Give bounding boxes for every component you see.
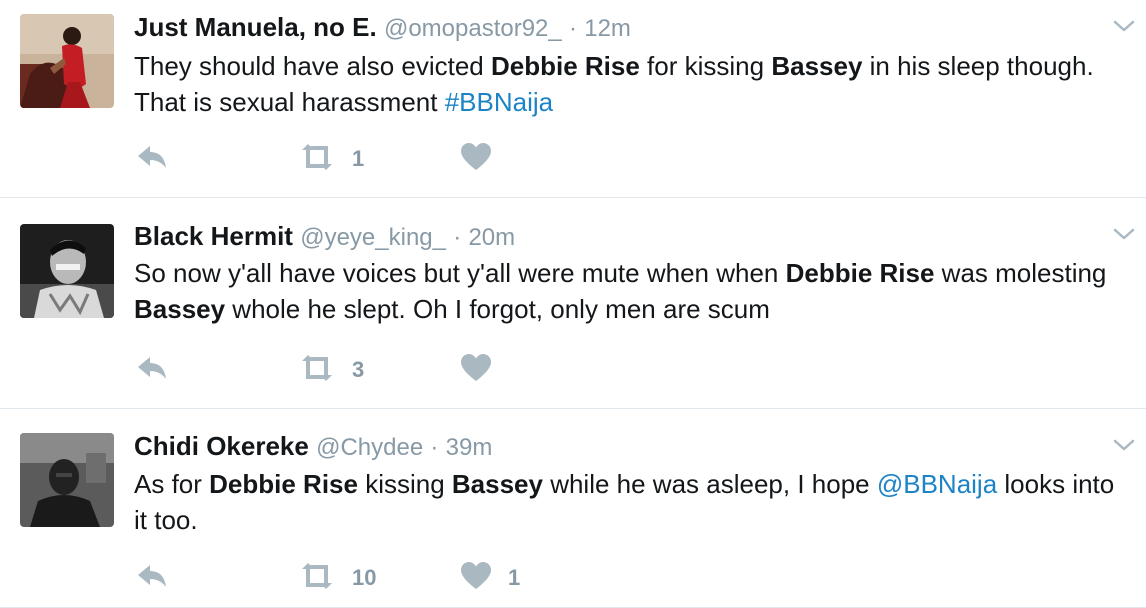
chevron-down-icon[interactable] [1112,433,1136,457]
tweet-text: They should have also evicted Debbie Ris… [134,48,1124,120]
user-handle[interactable]: @yeye_king_ [300,224,446,251]
timestamp[interactable]: 12m [584,15,631,42]
timestamp[interactable]: 39m [446,434,493,461]
tweet-item[interactable]: Chidi Okereke @Chydee · 39m As for Debbi… [0,409,1146,608]
display-name[interactable]: Black Hermit [134,221,293,251]
retweet-button[interactable]: 1 [298,142,364,176]
retweet-icon [298,561,336,596]
heart-icon [460,561,492,596]
text-segment: whole he slept. Oh I forgot, only men ar… [225,294,770,324]
tweet-header: Just Manuela, no E. @omopastor92_ · 12m [134,12,631,44]
text-segment: So now y'all have voices but y'all were … [134,258,786,288]
like-button[interactable]: 1 [460,561,520,595]
display-name[interactable]: Chidi Okereke [134,431,309,461]
highlight-term: Debbie Rise [491,51,640,81]
highlight-term: Bassey [451,469,543,499]
text-segment: for kissing [639,51,772,81]
chevron-down-icon[interactable] [1112,222,1136,246]
tweet-item[interactable]: Just Manuela, no E. @omopastor92_ · 12m … [0,0,1146,198]
highlight-term: Bassey [134,294,226,324]
separator-dot: · [430,434,439,461]
user-handle[interactable]: @omopastor92_ [384,15,562,42]
timestamp[interactable]: 20m [468,224,515,251]
avatar[interactable] [20,433,114,527]
text-segment: while he was asleep, I hope [542,469,877,499]
reply-button[interactable] [134,561,170,595]
highlight-term: Debbie Rise [209,469,358,499]
text-segment: kissing [357,469,452,499]
separator-dot: · [453,224,462,251]
reply-icon [134,353,170,388]
heart-icon [460,142,492,177]
tweet-actions: 1 [134,142,534,176]
tweet-actions: 10 1 [134,561,534,595]
retweet-button[interactable]: 3 [298,353,364,387]
reply-button[interactable] [134,142,170,176]
retweet-count: 10 [352,565,377,590]
heart-icon [460,353,492,388]
reply-icon [134,142,170,177]
like-button[interactable] [460,142,508,176]
tweet-header: Chidi Okereke @Chydee · 39m [134,431,492,463]
highlight-term: Bassey [771,51,863,81]
highlight-term: Debbie Rise [785,258,935,288]
mention-link[interactable]: @BBNaija [877,469,997,499]
hashtag-link[interactable]: #BBNaija [445,87,553,117]
retweet-button[interactable]: 10 [298,561,376,595]
retweet-count: 1 [352,146,365,171]
avatar[interactable] [20,224,114,318]
retweet-icon [298,142,336,177]
chevron-down-icon[interactable] [1112,14,1136,38]
retweet-count: 3 [352,357,365,382]
like-button[interactable] [460,353,508,387]
tweet-text: As for Debbie Rise kissing Bassey while … [134,466,1124,538]
display-name[interactable]: Just Manuela, no E. [134,12,377,42]
like-count: 1 [508,565,521,590]
text-segment: was molesting [934,258,1107,288]
user-handle[interactable]: @Chydee [316,434,423,461]
tweet-item[interactable]: Black Hermit @yeye_king_ · 20m So now y'… [0,198,1146,409]
reply-icon [134,561,170,596]
tweet-text: So now y'all have voices but y'all were … [134,255,1124,327]
reply-button[interactable] [134,353,170,387]
retweet-icon [298,353,336,388]
separator-dot: · [568,15,577,42]
avatar[interactable] [20,14,114,108]
tweet-actions: 3 [134,353,534,387]
text-segment: They should have also evicted [134,51,491,81]
text-segment: As for [134,469,210,499]
tweet-header: Black Hermit @yeye_king_ · 20m [134,221,515,253]
